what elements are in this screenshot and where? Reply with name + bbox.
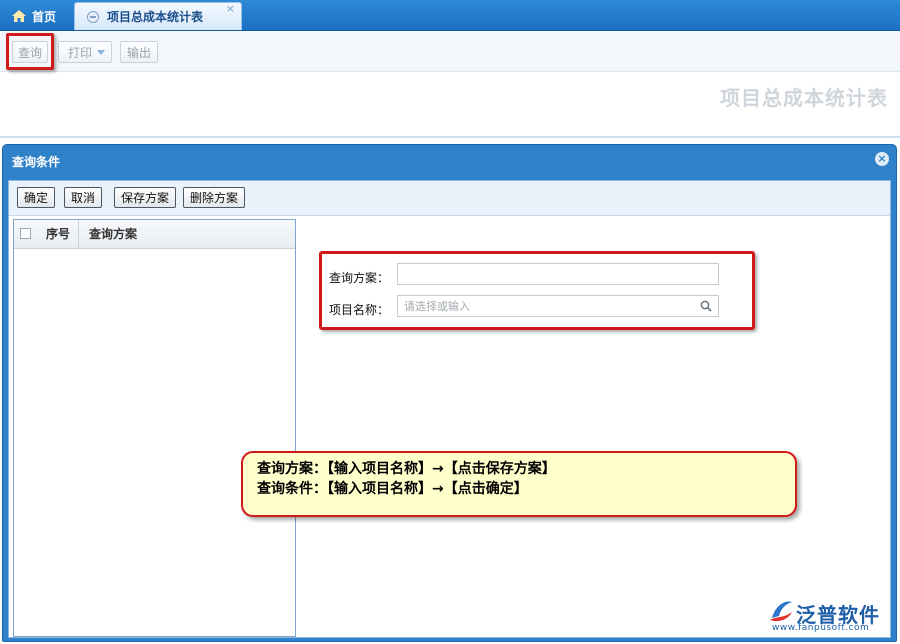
divider	[0, 136, 900, 138]
tab-home-label: 首页	[32, 9, 57, 24]
query-dialog: 查询条件 × 确定 取消 保存方案 删除方案 序号 查询方案 查询方案： 项目名…	[2, 144, 897, 642]
dialog-title: 查询条件	[12, 155, 61, 169]
cancel-button[interactable]: 取消	[64, 187, 102, 208]
instruction-line-2: 查询条件：【输入项目名称】→【点击确定】	[257, 481, 528, 497]
tab-cost-report[interactable]: 项目总成本统计表 ×	[74, 2, 242, 30]
plan-list-grid: 序号 查询方案	[13, 219, 296, 637]
instruction-line-1: 查询方案：【输入项目名称】→【点击保存方案】	[257, 461, 556, 477]
plan-input[interactable]	[397, 263, 719, 285]
tab-close-icon[interactable]: ×	[226, 2, 235, 15]
chevron-down-icon	[97, 50, 105, 55]
home-icon	[12, 10, 26, 22]
dialog-body: 确定 取消 保存方案 删除方案 序号 查询方案 查询方案： 项目名称： 请选择或…	[8, 180, 891, 638]
query-button[interactable]: 查询	[12, 41, 48, 63]
tab-bar: 首页 项目总成本统计表 ×	[0, 0, 900, 31]
grid-header: 序号 查询方案	[14, 220, 295, 249]
tab-home[interactable]: 首页	[4, 2, 72, 30]
instruction-callout: 查询方案：【输入项目名称】→【点击保存方案】 查询条件：【输入项目名称】→【点击…	[241, 451, 797, 517]
tab-cost-report-label: 项目总成本统计表	[107, 10, 204, 24]
select-all-checkbox[interactable]	[20, 228, 31, 239]
confirm-button[interactable]: 确定	[17, 187, 55, 208]
column-header-plan[interactable]: 查询方案	[89, 220, 137, 248]
project-name-label: 项目名称：	[329, 303, 390, 317]
export-button[interactable]: 输出	[120, 41, 158, 63]
logo-mark-icon	[770, 601, 792, 622]
plan-label: 查询方案：	[329, 271, 390, 285]
column-header-no[interactable]: 序号	[38, 220, 79, 248]
close-icon[interactable]: ×	[875, 152, 889, 166]
project-name-placeholder: 请选择或输入	[404, 300, 470, 313]
logo-url: www.fanpusoft.com	[772, 623, 870, 633]
main-toolbar: 查询 打印 输出	[0, 31, 900, 72]
dialog-toolbar: 确定 取消 保存方案 删除方案	[9, 181, 890, 216]
fanpu-logo: 泛普软件 www.fanpusoft.com	[768, 598, 890, 638]
search-icon[interactable]	[700, 300, 712, 312]
project-name-field[interactable]: 请选择或输入	[397, 295, 719, 317]
delete-plan-button[interactable]: 删除方案	[183, 187, 245, 208]
print-button-label: 打印	[67, 45, 92, 60]
page-icon	[87, 10, 99, 23]
page-title: 项目总成本统计表	[720, 86, 888, 110]
save-plan-button[interactable]: 保存方案	[114, 187, 176, 208]
print-button[interactable]: 打印	[58, 41, 112, 63]
